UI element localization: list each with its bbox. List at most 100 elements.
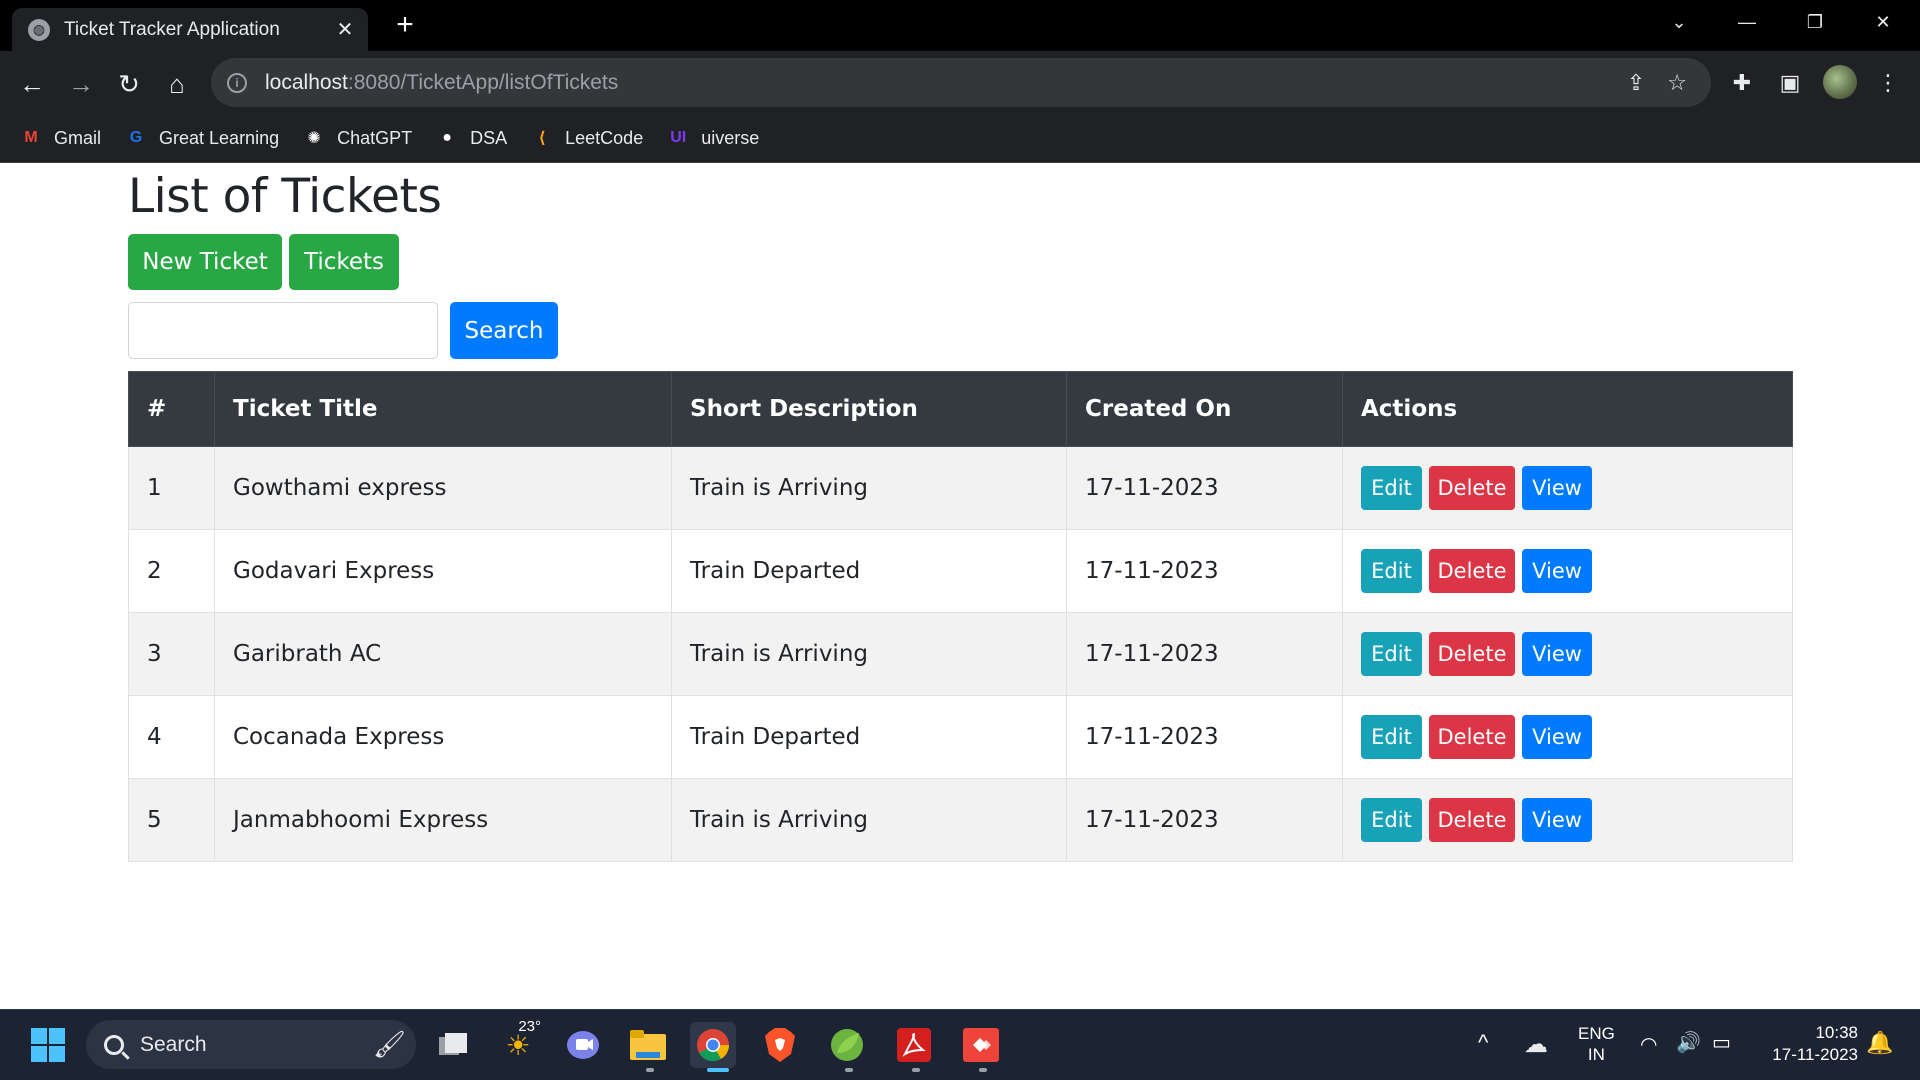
globe-icon: ◍: [28, 18, 50, 41]
running-indicator: [646, 1068, 654, 1072]
clock-date: 17-11-2023: [1772, 1045, 1858, 1064]
view-button[interactable]: View: [1522, 549, 1592, 593]
tab-search-icon[interactable]: ⌄: [1646, 0, 1712, 44]
onedrive-icon[interactable]: ☁: [1524, 1030, 1548, 1059]
view-button[interactable]: View: [1522, 798, 1592, 842]
bookmark-item[interactable]: ⟨ LeetCode: [531, 127, 643, 149]
anydesk-icon[interactable]: [958, 1022, 1004, 1068]
header-created-on: Created On: [1066, 371, 1343, 447]
weather-temp: 23°: [518, 1018, 541, 1035]
menu-icon[interactable]: ⋮: [1871, 66, 1905, 100]
notification-bell-icon[interactable]: 🔔: [1866, 1030, 1893, 1056]
active-indicator: [707, 1068, 729, 1072]
delete-button[interactable]: Delete: [1429, 466, 1515, 510]
home-icon[interactable]: ⌂: [159, 66, 195, 102]
minimize-icon[interactable]: —: [1714, 0, 1780, 44]
side-panel-icon[interactable]: ▣: [1773, 66, 1807, 100]
delete-button[interactable]: Delete: [1429, 715, 1515, 759]
header-actions: Actions: [1342, 371, 1793, 447]
site-info-icon[interactable]: i: [227, 72, 247, 93]
spring-tool-suite-icon[interactable]: [824, 1022, 870, 1068]
teams-chat-icon[interactable]: [560, 1022, 606, 1068]
running-indicator: [845, 1068, 853, 1072]
ticket-actions-cell: Edit Delete View: [1342, 446, 1793, 530]
windows-start-icon[interactable]: [25, 1022, 71, 1068]
ticket-created-cell: 17-11-2023: [1066, 446, 1343, 530]
bookmark-label: DSA: [470, 127, 508, 148]
leetcode-icon: ⟨: [538, 130, 546, 147]
new-tab-button[interactable]: +: [390, 10, 420, 40]
bookmark-item[interactable]: ● DSA: [436, 127, 507, 149]
bookmark-star-icon[interactable]: ☆: [1667, 70, 1687, 96]
ticket-title-cell: Cocanada Express: [214, 695, 672, 779]
search-input[interactable]: [128, 302, 438, 359]
chrome-icon[interactable]: [690, 1022, 736, 1068]
show-hidden-icons-icon[interactable]: ^: [1478, 1030, 1488, 1056]
close-tab-icon[interactable]: ✕: [330, 17, 360, 42]
extensions-icon[interactable]: ✚: [1725, 66, 1759, 100]
delete-button[interactable]: Delete: [1429, 549, 1515, 593]
taskbar-search[interactable]: Search 🖌: [86, 1020, 416, 1069]
clock[interactable]: 10:38 17-11-2023: [1758, 1022, 1858, 1066]
reload-icon[interactable]: ↻: [111, 66, 147, 102]
delete-button[interactable]: Delete: [1429, 798, 1515, 842]
bookmark-item[interactable]: G Great Learning: [125, 127, 279, 149]
view-button[interactable]: View: [1522, 632, 1592, 676]
restore-icon[interactable]: ❐: [1782, 0, 1848, 44]
ticket-actions-cell: Edit Delete View: [1342, 778, 1793, 862]
weather-icon[interactable]: ☀ 23°: [495, 1018, 541, 1068]
file-explorer-icon[interactable]: [625, 1022, 671, 1068]
url-path: :8080/TicketApp/listOfTickets: [347, 70, 619, 94]
bookmark-label: LeetCode: [565, 127, 644, 148]
delete-button[interactable]: Delete: [1429, 632, 1515, 676]
bookmark-item[interactable]: ✺ ChatGPT: [303, 127, 412, 149]
taskbar-search-label: Search: [140, 1032, 207, 1056]
edit-button[interactable]: Edit: [1361, 549, 1422, 593]
search-button[interactable]: Search: [450, 302, 558, 359]
edit-button[interactable]: Edit: [1361, 632, 1422, 676]
address-bar[interactable]: i localhost:8080/TicketApp/listOfTickets…: [211, 58, 1711, 107]
clock-time: 10:38: [1815, 1023, 1858, 1042]
tickets-button[interactable]: Tickets: [289, 234, 399, 290]
table-row: 2 Godavari Express Train Departed 17-11-202…: [128, 529, 1793, 613]
table-header-row: # Ticket Title Short Description Created…: [128, 371, 1793, 447]
ticket-actions-cell: Edit Delete View: [1342, 612, 1793, 696]
close-window-icon[interactable]: ✕: [1850, 0, 1916, 44]
header-number: #: [128, 371, 215, 447]
ticket-title-cell: Garibrath AC: [214, 612, 672, 696]
volume-icon[interactable]: 🔊: [1676, 1030, 1701, 1055]
ticket-id-cell: 2: [128, 529, 215, 613]
header-short-description: Short Description: [671, 371, 1067, 447]
ticket-actions-cell: Edit Delete View: [1342, 529, 1793, 613]
new-ticket-button[interactable]: New Ticket: [128, 234, 282, 290]
edit-button[interactable]: Edit: [1361, 798, 1422, 842]
language-indicator[interactable]: ENG IN: [1578, 1023, 1615, 1065]
region-code: IN: [1587, 1045, 1605, 1064]
ticket-title-cell: Janmabhoomi Express: [214, 778, 672, 862]
share-icon[interactable]: ⇪: [1627, 70, 1645, 96]
ticket-actions-cell: Edit Delete View: [1342, 695, 1793, 779]
gmail-icon: M: [24, 129, 38, 146]
ticket-id-cell: 5: [128, 778, 215, 862]
browser-tab[interactable]: ◍ Ticket Tracker Application ✕: [12, 8, 368, 51]
view-button[interactable]: View: [1522, 715, 1592, 759]
tab-title: Ticket Tracker Application: [64, 18, 280, 40]
edit-button[interactable]: Edit: [1361, 466, 1422, 510]
forward-icon[interactable]: →: [63, 66, 99, 102]
running-indicator: [979, 1068, 987, 1072]
ticket-description-cell: Train is Arriving: [671, 612, 1067, 696]
page-content: List of Tickets New Ticket Tickets Searc…: [0, 164, 1920, 1009]
view-button[interactable]: View: [1522, 466, 1592, 510]
brave-icon[interactable]: [757, 1022, 803, 1068]
edit-button[interactable]: Edit: [1361, 715, 1422, 759]
task-view-icon[interactable]: [430, 1022, 476, 1068]
adobe-acrobat-icon[interactable]: [891, 1022, 937, 1068]
bookmark-item[interactable]: UI uiverse: [667, 127, 759, 149]
header-ticket-title: Ticket Title: [214, 371, 672, 447]
back-icon[interactable]: ←: [14, 66, 50, 102]
battery-icon[interactable]: ▭: [1712, 1030, 1731, 1055]
profile-avatar[interactable]: [1823, 65, 1857, 99]
wifi-icon[interactable]: ◠: [1640, 1032, 1657, 1057]
bookmark-item[interactable]: M Gmail: [20, 127, 101, 149]
github-icon: ●: [442, 129, 452, 146]
